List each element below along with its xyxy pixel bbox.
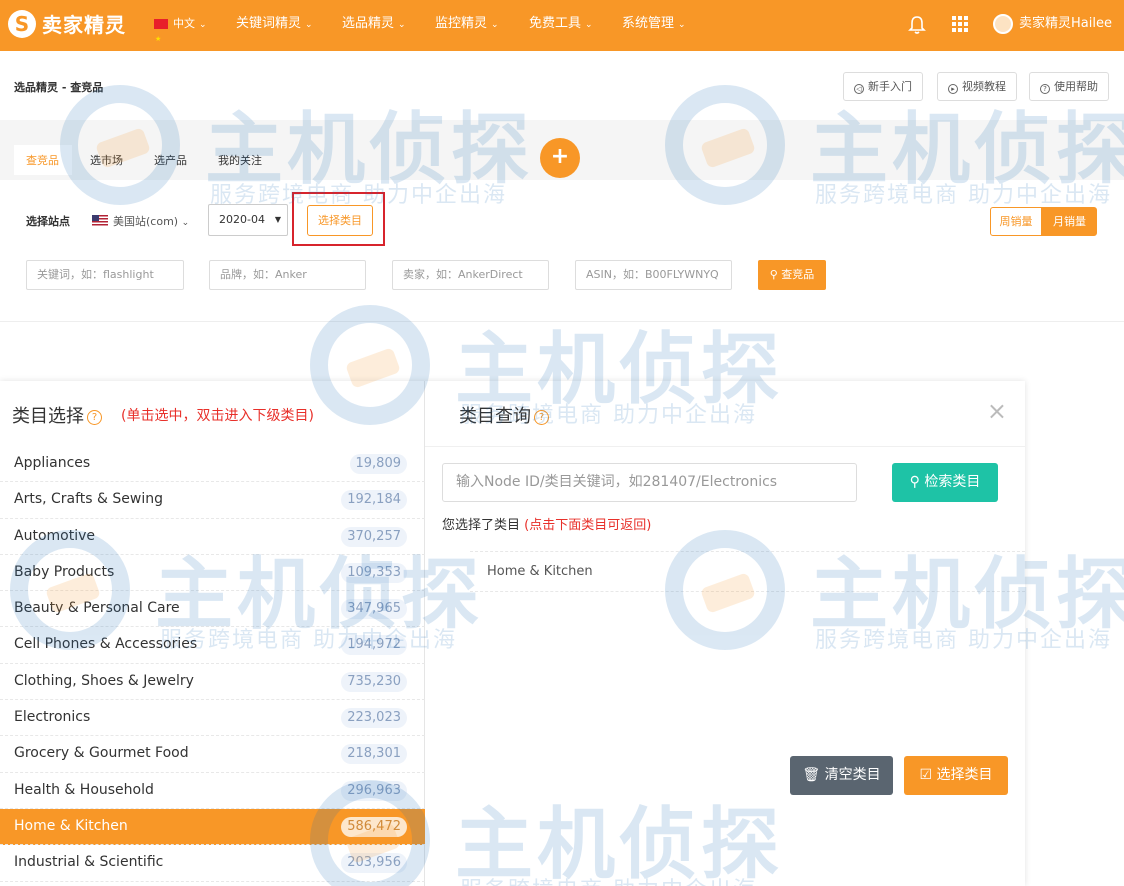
category-select-panel: 类目选择? (单击选中，双击进入下级类目) Appliances 19,809 Ar… — [0, 381, 425, 886]
category-list: Appliances 19,809 Arts, Crafts & Sewing 192… — [0, 446, 425, 882]
close-icon[interactable]: × — [987, 399, 1007, 423]
category-count-badge: 370,257 — [341, 526, 407, 547]
category-select-hint: (单击选中，双击进入下级类目) — [121, 408, 314, 424]
logo[interactable]: S 卖家精灵 — [8, 9, 126, 38]
category-count-badge: 218,301 — [341, 744, 407, 765]
category-row[interactable]: Health & Household 296,963 — [0, 773, 425, 809]
category-count-badge: 735,230 — [341, 671, 407, 692]
top-navbar: S 卖家精灵 中文⌄ 关键词精灵⌄ 选品精灵⌄ 监控精灵⌄ 免费工具⌄ 系统管理… — [0, 0, 1124, 63]
tab-market[interactable]: 选市场 — [90, 152, 123, 168]
tab-product[interactable]: 选产品 — [154, 152, 187, 168]
nav-keyword-tool[interactable]: 关键词精灵 ⌄ — [236, 0, 313, 51]
category-row[interactable]: Home & Kitchen 586,472 — [0, 808, 425, 846]
nav-monitoring[interactable]: 监控精灵 ⌄ — [435, 0, 499, 51]
asin-input[interactable]: ASIN，如：B00FLYWNYQ — [575, 260, 732, 290]
category-count-badge: 194,972 — [341, 635, 407, 656]
category-name: Clothing, Shoes & Jewelry — [14, 672, 194, 689]
question-icon[interactable]: ? — [87, 410, 102, 425]
checkbox-icon: ☑ — [919, 767, 933, 783]
category-row[interactable]: Clothing, Shoes & Jewelry 735,230 — [0, 664, 425, 701]
category-name: Cell Phones & Accessories — [14, 636, 198, 653]
confirm-category-button[interactable]: ☑ 选择类目 — [904, 756, 1008, 795]
add-button[interactable]: + — [540, 138, 580, 178]
category-row[interactable]: Appliances 19,809 — [0, 446, 425, 483]
category-name: Home & Kitchen — [14, 817, 128, 834]
category-row[interactable]: Arts, Crafts & Sewing 192,184 — [0, 482, 425, 519]
question-icon[interactable]: ? — [534, 410, 549, 425]
category-name: Health & Household — [14, 781, 154, 798]
category-count-badge: 19,809 — [349, 454, 407, 474]
beginner-guide-button[interactable]: ◁ 新手入门 — [843, 72, 923, 101]
site-label: 选择站点 — [26, 215, 70, 228]
trash-icon: 🗑 — [802, 767, 821, 783]
category-name: Baby Products — [14, 563, 115, 580]
logo-text: 卖家精灵 — [42, 13, 126, 37]
category-count-badge: 296,963 — [341, 780, 407, 801]
selected-category-label: 您选择了类目 (点击下面类目可返回) — [442, 518, 652, 533]
find-competitor-button[interactable]: ⚲ 查竞品 — [758, 260, 826, 290]
category-row[interactable]: Baby Products 109,353 — [0, 555, 425, 592]
category-row[interactable]: Beauty & Personal Care 347,965 — [0, 591, 425, 628]
search-icon: ⚲ — [909, 474, 920, 490]
node-search-input[interactable]: 输入Node ID/类目关键词，如281407/Electronics — [442, 463, 857, 502]
search-category-button[interactable]: ⚲ 检索类目 — [892, 463, 998, 502]
china-flag-icon — [154, 15, 168, 63]
category-count-badge: 192,184 — [341, 490, 407, 511]
help-button[interactable]: ? 使用帮助 — [1029, 72, 1109, 101]
category-search-title: 类目查询? — [459, 402, 549, 428]
category-row[interactable]: Electronics 223,023 — [0, 700, 425, 737]
nav-system-settings[interactable]: 系统管理 ⌄ — [622, 0, 686, 51]
select-category-button[interactable]: 选择类目 — [307, 205, 373, 236]
monthly-sales-toggle[interactable]: 月销量 — [1042, 207, 1097, 236]
username[interactable]: 卖家精灵Hailee — [1019, 0, 1112, 48]
category-name: Electronics — [14, 709, 91, 726]
nav-free-tools[interactable]: 免费工具 ⌄ — [529, 0, 593, 51]
category-row[interactable]: Grocery & Gourmet Food 218,301 — [0, 736, 425, 773]
search-icon: ⚲ — [769, 268, 778, 281]
category-name: Appliances — [14, 455, 91, 471]
category-count-badge: 203,956 — [341, 853, 407, 874]
question-icon: ? — [1040, 84, 1050, 94]
category-name: Arts, Crafts & Sewing — [14, 491, 164, 508]
apps-grid-icon[interactable] — [952, 16, 968, 32]
tab-competitor[interactable]: 查竞品 — [26, 152, 59, 168]
breadcrumb: 选品精灵 - 查竞品 — [14, 81, 104, 94]
seller-input[interactable]: 卖家，如：AnkerDirect — [392, 260, 549, 290]
category-search-panel: 类目查询? × 输入Node ID/类目关键词，如281407/Electron… — [425, 381, 1025, 886]
category-select-title: 类目选择? — [12, 402, 102, 428]
category-row[interactable]: Automotive 370,257 — [0, 519, 425, 555]
weekly-sales-toggle[interactable]: 周销量 — [990, 207, 1042, 236]
avatar[interactable] — [993, 14, 1013, 34]
category-count-badge: 347,965 — [341, 599, 407, 620]
category-name: Automotive — [14, 527, 95, 544]
date-select[interactable]: 2020-04 ▼ — [208, 204, 288, 236]
bell-icon[interactable] — [908, 15, 926, 35]
clear-category-button[interactable]: 🗑 清空类目 — [790, 756, 893, 795]
category-name: Beauty & Personal Care — [14, 600, 180, 617]
us-flag-icon — [92, 215, 108, 226]
video-tutorial-button[interactable]: ▸ 视频教程 — [937, 72, 1017, 101]
category-row[interactable]: Industrial & Scientific 203,956 — [0, 845, 425, 882]
language-selector[interactable]: 中文⌄ — [154, 0, 207, 63]
category-name: Industrial & Scientific — [14, 854, 164, 871]
category-count-badge: 109,353 — [341, 562, 407, 583]
category-row[interactable]: Cell Phones & Accessories 194,972 — [0, 627, 425, 664]
brand-input[interactable]: 品牌，如：Anker — [209, 260, 366, 290]
logo-icon: S — [8, 9, 36, 38]
keyword-input[interactable]: 关键词，如：flashlight — [26, 260, 184, 290]
category-count-badge: 586,472 — [341, 816, 407, 837]
category-modal: 类目选择? (单击选中，双击进入下级类目) Appliances 19,809 Ar… — [0, 381, 1025, 886]
tab-following[interactable]: 我的关注 — [218, 152, 262, 168]
nav-product-research[interactable]: 选品精灵 ⌄ — [342, 0, 406, 51]
category-name: Grocery & Gourmet Food — [14, 745, 189, 762]
guide-icon: ◁ — [854, 84, 864, 94]
chosen-category-link[interactable]: Home & Kitchen — [487, 564, 593, 579]
category-count-badge: 223,023 — [341, 708, 407, 729]
play-icon: ▸ — [948, 84, 958, 94]
site-selector[interactable]: 美国站(com) ⌄ — [113, 213, 189, 229]
